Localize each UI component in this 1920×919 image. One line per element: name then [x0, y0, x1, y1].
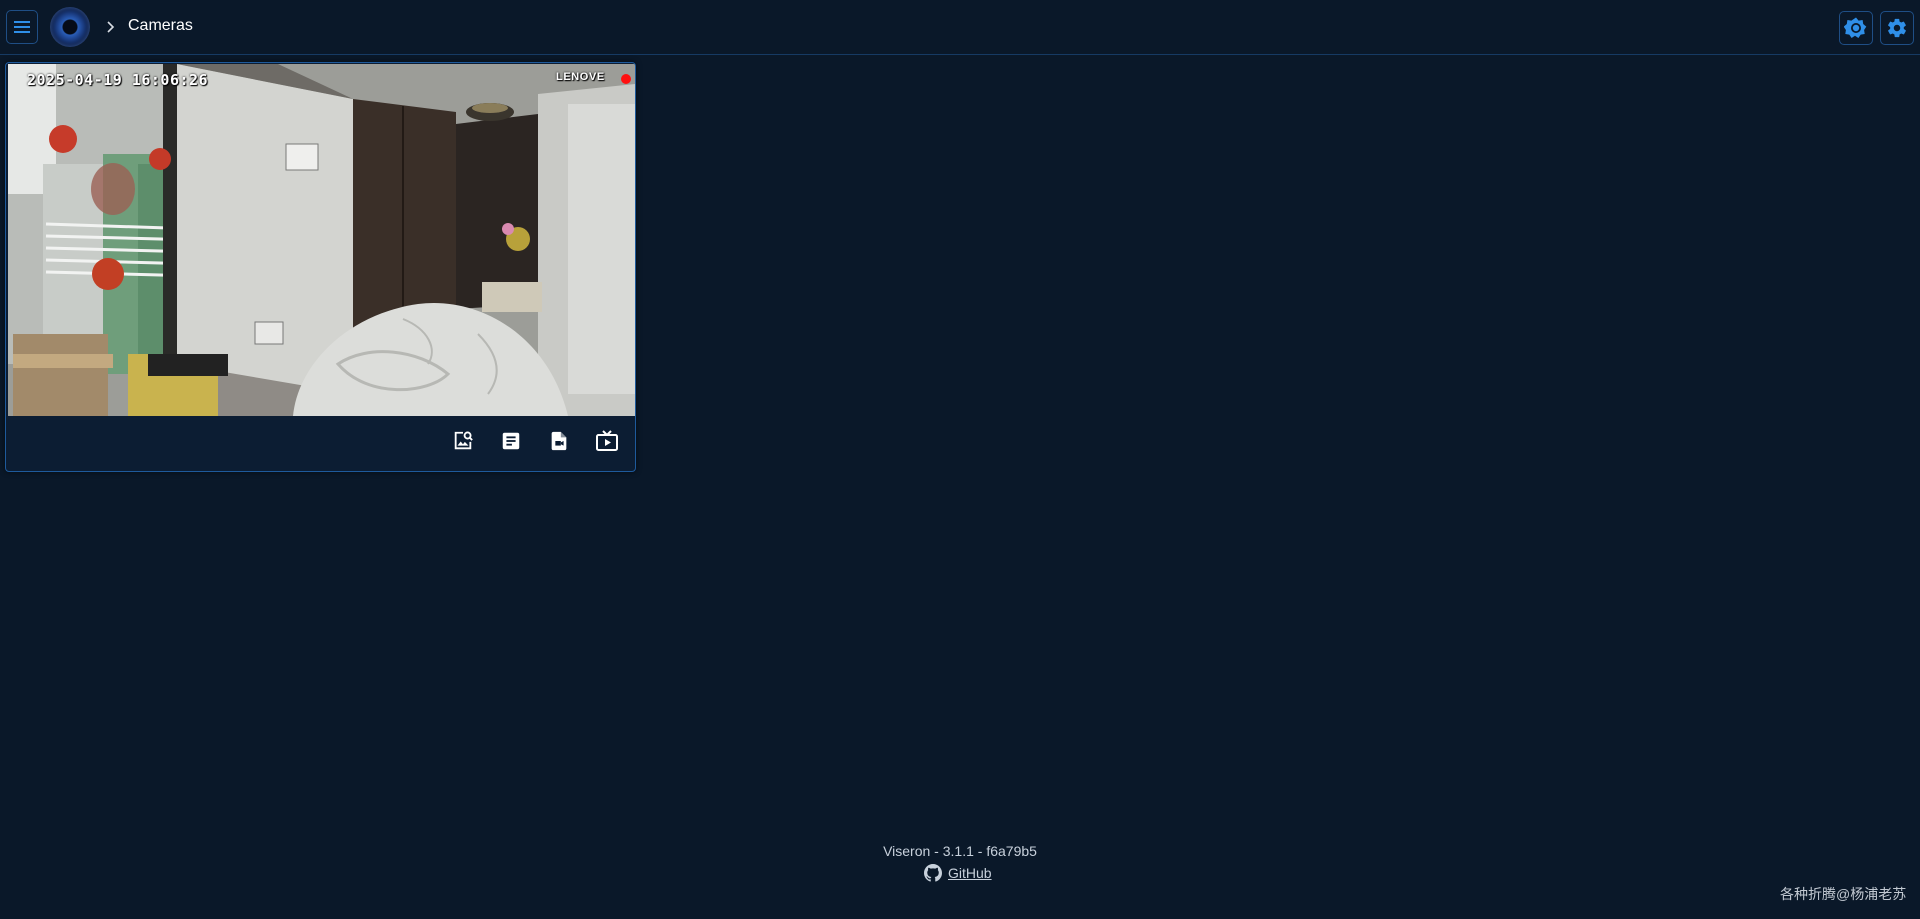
gear-icon	[1888, 18, 1906, 38]
breadcrumb-title: Cameras	[128, 17, 193, 34]
github-link[interactable]: GitHub	[924, 863, 992, 883]
camera-feed-image	[8, 64, 635, 416]
brightness-icon	[1844, 17, 1867, 38]
recording-indicator	[621, 74, 631, 84]
recordings-button[interactable]	[545, 427, 573, 455]
event-list-icon	[502, 432, 520, 450]
camera-card-actions	[6, 417, 635, 471]
menu-button[interactable]	[6, 10, 38, 44]
feed-camera-label: LENOVE	[556, 71, 605, 83]
events-button[interactable]	[497, 427, 525, 455]
theme-toggle-button[interactable]	[1839, 11, 1873, 45]
github-link-label[interactable]: GitHub	[948, 865, 992, 881]
live-view-button[interactable]	[593, 427, 621, 455]
github-icon	[924, 864, 942, 882]
image-search-icon	[454, 431, 473, 450]
video-file-icon	[551, 431, 567, 451]
settings-button[interactable]	[1880, 11, 1914, 45]
viseron-logo[interactable]	[50, 7, 90, 47]
watermark-text: 各种折腾@杨浦老苏	[1780, 886, 1907, 902]
menu-icon	[14, 21, 30, 33]
live-tv-icon	[596, 430, 618, 451]
app-header: Cameras	[0, 0, 1920, 55]
camera-feed[interactable]: 2025-04-19 16:06:26 LENOVE	[8, 64, 635, 416]
snapshot-search-button[interactable]	[449, 427, 477, 455]
footer-version: Viseron - 3.1.1 - f6a79b5	[883, 843, 1037, 859]
chevron-right-icon	[107, 21, 115, 33]
camera-card[interactable]: 2025-04-19 16:06:26 LENOVE	[5, 62, 636, 472]
feed-timestamp: 2025-04-19 16:06:26	[27, 71, 209, 89]
